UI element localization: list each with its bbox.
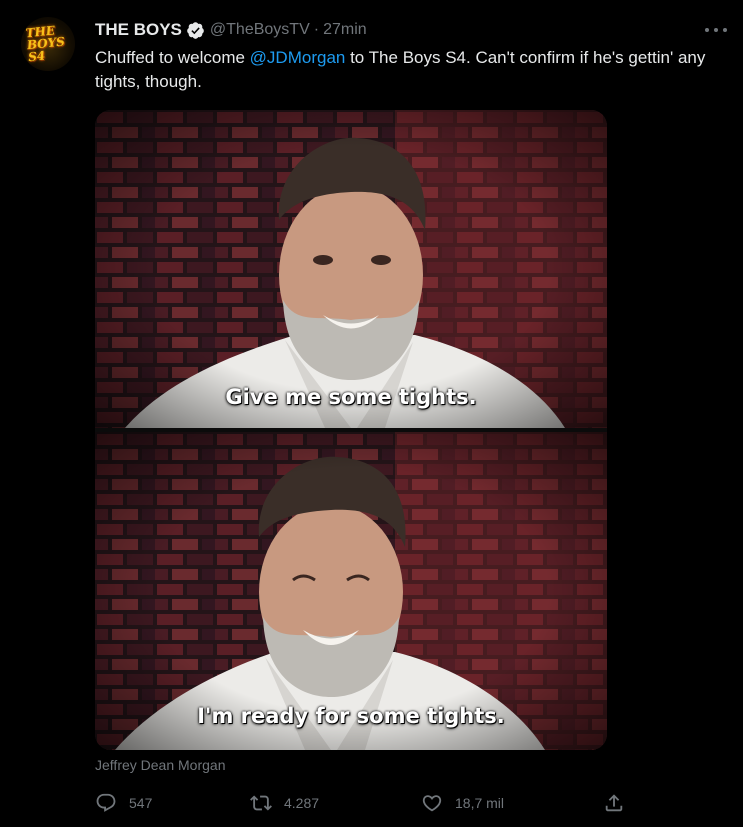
timestamp[interactable]: 27min — [323, 21, 367, 39]
like-button[interactable]: 18,7 mil — [421, 790, 504, 816]
media-panel-bottom: I'm ready for some tights. — [95, 432, 607, 750]
tweet[interactable]: THE BOYS S4 THE BOYS @TheBoysTV · 27min … — [0, 0, 743, 827]
gif-frame-top — [95, 110, 607, 428]
retweet-icon — [250, 795, 272, 811]
verified-badge-icon — [187, 21, 204, 39]
like-count: 18,7 mil — [455, 795, 505, 811]
share-button[interactable] — [603, 790, 625, 816]
handle[interactable]: @TheBoysTV — [210, 21, 310, 39]
separator-dot: · — [313, 21, 320, 38]
like-icon — [422, 795, 442, 812]
avatar[interactable]: THE BOYS S4 — [21, 17, 75, 71]
avatar-logo: THE BOYS S4 — [25, 23, 73, 67]
media-image[interactable]: Give me some tights. I'm ready for some … — [95, 110, 607, 750]
more-icon[interactable] — [705, 21, 727, 39]
tweet-text: Chuffed to welcome @JDMorgan to The Boys… — [95, 46, 715, 94]
media-tag-label[interactable]: Jeffrey Dean Morgan — [95, 757, 225, 773]
tweet-text-before: Chuffed to welcome — [95, 48, 250, 67]
gif-frame-bottom — [95, 432, 607, 750]
share-icon — [605, 794, 623, 812]
retweet-button[interactable]: 4.287 — [250, 790, 319, 816]
reply-button[interactable]: 547 — [95, 790, 152, 816]
tweet-header: THE BOYS @TheBoysTV · 27min — [95, 19, 367, 41]
media-caption-top: Give me some tights. — [225, 385, 477, 409]
mention-link[interactable]: @JDMorgan — [250, 48, 346, 67]
retweet-count: 4.287 — [284, 795, 320, 811]
media-caption-bottom: I'm ready for some tights. — [197, 704, 505, 728]
tweet-actions: 547 4.287 18,7 mil — [95, 790, 635, 816]
reply-icon — [96, 793, 116, 812]
media-panel-top: Give me some tights. — [95, 110, 607, 428]
display-name[interactable]: THE BOYS — [95, 20, 182, 40]
reply-count: 547 — [129, 795, 153, 811]
